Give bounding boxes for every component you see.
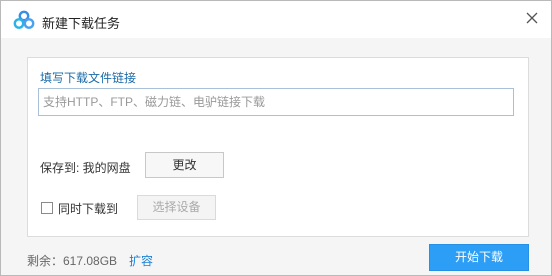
start-download-button[interactable]: 开始下载 xyxy=(429,244,529,271)
change-location-button[interactable]: 更改 xyxy=(145,152,224,178)
new-download-task-dialog: 新建下载任务 填写下载文件链接 保存到: 我的网盘 更改 同时下载到 选择设备 … xyxy=(0,0,552,276)
dialog-body: 填写下载文件链接 保存到: 我的网盘 更改 同时下载到 选择设备 剩余：617.… xyxy=(1,38,551,275)
link-field-label: 填写下载文件链接 xyxy=(40,71,137,85)
close-icon[interactable] xyxy=(521,7,543,29)
baidu-netdisk-cloud-icon xyxy=(13,10,35,30)
sync-download-label[interactable]: 同时下载到 xyxy=(58,200,118,217)
title-bar: 新建下载任务 xyxy=(1,1,551,38)
remaining-space-text: 剩余：617.08GB xyxy=(27,254,118,268)
download-url-input[interactable] xyxy=(38,88,514,116)
expand-storage-link[interactable]: 扩容 xyxy=(129,252,153,269)
save-location-label: 保存到: 我的网盘 xyxy=(40,161,131,175)
download-form-panel: 填写下载文件链接 保存到: 我的网盘 更改 同时下载到 选择设备 xyxy=(27,57,529,237)
select-device-button: 选择设备 xyxy=(137,195,216,220)
sync-download-checkbox[interactable] xyxy=(41,202,53,214)
dialog-title: 新建下载任务 xyxy=(42,16,121,31)
